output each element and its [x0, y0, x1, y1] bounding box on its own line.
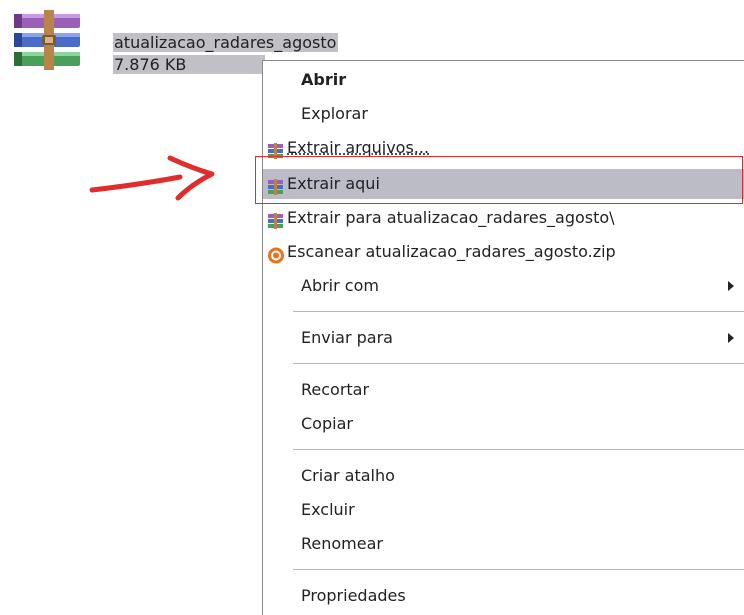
menu-item-abrir-com[interactable]: Abrir com [263, 271, 744, 301]
menu-item-renomear[interactable]: Renomear [263, 529, 744, 559]
menu-separator [293, 311, 744, 312]
desktop-canvas: atualizacao_radares_agosto 7.876 KB Abri… [0, 0, 744, 615]
winrar-icon [267, 210, 285, 229]
menu-separator [293, 363, 744, 364]
context-menu: Abrir Explorar Extrair arquivos... Extra… [262, 60, 744, 615]
menu-item-criar-atalho[interactable]: Criar atalho [263, 461, 744, 491]
menu-item-propriedades[interactable]: Propriedades [263, 581, 744, 611]
submenu-arrow-icon [728, 281, 734, 291]
menu-item-excluir[interactable]: Excluir [263, 495, 744, 525]
menu-item-explorar[interactable]: Explorar [263, 99, 744, 129]
file-name-label[interactable]: atualizacao_radares_agosto [113, 33, 339, 52]
menu-item-label: Copiar [301, 414, 353, 433]
highlight-annotation-box [255, 156, 743, 204]
menu-item-label: Excluir [301, 500, 355, 519]
menu-item-label: Criar atalho [301, 466, 395, 485]
menu-item-label: Enviar para [301, 328, 393, 347]
winrar-archive-icon[interactable] [10, 9, 100, 81]
menu-item-label: Escanear atualizacao_radares_agosto.zip [287, 242, 616, 261]
menu-item-enviar-para[interactable]: Enviar para [263, 323, 744, 353]
menu-item-abrir[interactable]: Abrir [263, 65, 744, 95]
menu-item-escanear[interactable]: Escanear atualizacao_radares_agosto.zip [263, 237, 744, 267]
menu-item-label: Explorar [301, 104, 368, 123]
winrar-icon [267, 140, 285, 159]
menu-item-label: Renomear [301, 534, 383, 553]
menu-item-recortar[interactable]: Recortar [263, 375, 744, 405]
menu-item-label: Abrir [301, 70, 347, 89]
menu-item-label: Propriedades [301, 586, 406, 605]
file-size-label: 7.876 KB [113, 55, 265, 74]
menu-item-label: Abrir com [301, 276, 379, 295]
red-arrow-annotation-icon [88, 150, 218, 205]
menu-item-copiar[interactable]: Copiar [263, 409, 744, 439]
menu-separator [293, 449, 744, 450]
menu-separator [293, 569, 744, 570]
menu-item-label: Recortar [301, 380, 370, 399]
submenu-arrow-icon [728, 333, 734, 343]
antivirus-scan-icon [267, 244, 285, 264]
menu-item-label: Extrair para atualizacao_radares_agosto\ [287, 208, 615, 227]
menu-item-extrair-para[interactable]: Extrair para atualizacao_radares_agosto\ [263, 203, 744, 233]
